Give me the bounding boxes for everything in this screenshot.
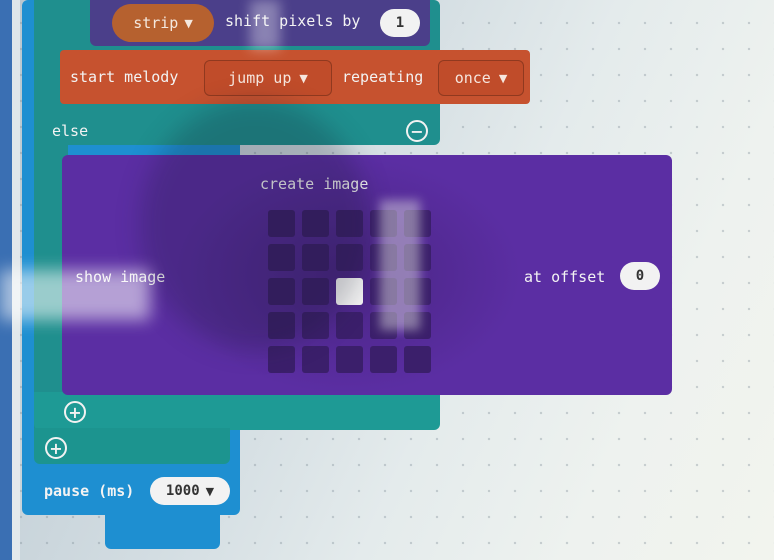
- plus-icon[interactable]: +: [45, 437, 67, 459]
- repeating-label: repeating: [342, 68, 424, 86]
- screen-glare: [0, 270, 150, 320]
- pause-value: 1000: [165, 483, 200, 499]
- loop-block-foot: [105, 515, 220, 549]
- shift-pixels-label: shift pixels by: [225, 12, 361, 30]
- dropdown-caret-icon: ▼: [498, 71, 508, 85]
- pause-label: pause (ms): [44, 482, 135, 500]
- dropdown-caret-icon: ▼: [205, 484, 215, 498]
- start-melody-label: start melody: [70, 68, 179, 86]
- led-cell[interactable]: [370, 346, 397, 373]
- pause-duration-dropdown[interactable]: 1000 ▼: [150, 477, 230, 505]
- else-label: else: [52, 122, 89, 140]
- led-cell[interactable]: [302, 346, 329, 373]
- dropdown-caret-icon: ▼: [299, 71, 308, 85]
- at-offset-label: at offset: [524, 268, 606, 286]
- led-cell[interactable]: [336, 312, 363, 339]
- repeat-dropdown[interactable]: once ▼: [438, 60, 524, 96]
- reflection-shadow: [140, 100, 370, 350]
- screen-glare: [250, 0, 280, 50]
- minus-icon[interactable]: −: [406, 120, 428, 142]
- shift-amount-input[interactable]: 1: [380, 9, 420, 37]
- strip-variable-label: strip: [133, 14, 179, 32]
- screen-glare: [380, 200, 420, 330]
- offset-input[interactable]: 0: [620, 262, 660, 290]
- melody-value: jump up: [228, 69, 292, 87]
- strip-variable-dropdown[interactable]: strip ▼: [112, 4, 214, 42]
- led-cell[interactable]: [336, 346, 363, 373]
- led-cell[interactable]: [268, 346, 295, 373]
- repeat-value: once: [454, 69, 491, 87]
- melody-dropdown[interactable]: jump up ▼: [204, 60, 332, 96]
- led-cell[interactable]: [404, 346, 431, 373]
- if-else-block-bottom: [34, 392, 440, 430]
- plus-icon[interactable]: +: [64, 401, 86, 423]
- dropdown-caret-icon: ▼: [184, 16, 193, 30]
